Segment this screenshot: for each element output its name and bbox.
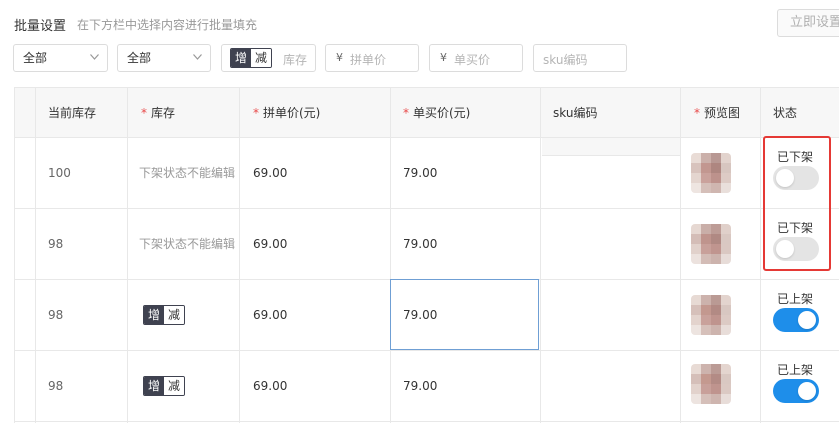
stock-adjust-toggle[interactable]: 增 减 [230,48,272,68]
batch-filter-bar: 全部 全部 增 减 库存 ¥ 拼单价 ¥ 单买价 sku编码 [0,44,839,74]
current-stock-cell: 100 [48,166,71,180]
single-price-focus-border [390,279,539,350]
sku-input[interactable] [540,280,680,350]
col-header-group-price: * 拼单价(元) [253,106,321,120]
sku-table: 当前库存 * 库存 * 拼单价(元) * 单买价(元) sku编码 * 预览图 状态 1… [14,87,839,423]
status-label: 已上架 [777,363,814,377]
group-price-input[interactable]: 69.00 [240,280,390,350]
single-price-input[interactable]: 79.00 [390,351,540,421]
switch-knob [798,382,816,400]
batch-sku-input[interactable]: sku编码 [533,44,627,72]
batch-settings-title: 批量设置 [14,19,67,34]
stock-adjust-toggle[interactable]: 增 减 [143,376,185,396]
stock-disabled-text: 下架状态不能编辑 [139,237,236,251]
decrease-button[interactable]: 减 [251,49,271,67]
status-switch[interactable] [773,308,819,332]
decrease-button[interactable]: 减 [164,306,184,324]
increase-button[interactable]: 增 [144,377,164,395]
filter-select-1-value: 全部 [23,51,48,65]
stock-adjust-toggle[interactable]: 增 减 [143,305,185,325]
stock-disabled-text: 下架状态不能编辑 [139,166,236,180]
col-header-stock: * 库存 [141,106,176,120]
status-switch[interactable] [773,379,819,403]
filter-select-2[interactable]: 全部 [117,44,211,72]
single-price-input[interactable]: 79.00 [390,209,540,279]
increase-button[interactable]: 增 [231,49,251,67]
group-price-input[interactable]: 69.00 [240,138,390,208]
current-stock-cell: 98 [48,308,64,322]
col-header-current-stock: 当前库存 [48,106,97,120]
batch-group-price-input[interactable]: ¥ 拼单价 [325,44,419,72]
preview-thumbnail[interactable] [691,295,731,335]
table-header: 当前库存 * 库存 * 拼单价(元) * 单买价(元) sku编码 * 预览图 状态 [15,88,839,138]
batch-settings-header: 批量设置 在下方栏中选择内容进行批量填充 立即设置 [0,0,839,44]
col-header-sku: sku编码 [553,106,598,120]
batch-stock-input[interactable]: 增 减 库存 [221,44,316,72]
filter-select-2-value: 全部 [127,51,152,65]
col-header-status: 状态 [773,106,798,120]
batch-settings-hint: 在下方栏中选择内容进行批量填充 [77,18,258,32]
currency-icon: ¥ [440,51,447,64]
single-price-placeholder: 单买价 [454,53,491,67]
preview-thumbnail[interactable] [691,224,731,264]
current-stock-cell: 98 [48,379,64,393]
sku-input[interactable] [540,351,680,421]
col-header-preview: * 预览图 [694,106,741,120]
preview-thumbnail[interactable] [691,153,731,193]
group-price-input[interactable]: 69.00 [240,351,390,421]
current-stock-cell: 98 [48,237,64,251]
group-price-placeholder: 拼单价 [350,53,387,67]
status-label: 已上架 [777,292,814,306]
chevron-down-icon [193,54,202,60]
batch-single-price-input[interactable]: ¥ 单买价 [429,44,523,72]
sku-input[interactable] [540,209,680,279]
group-price-input[interactable]: 69.00 [240,209,390,279]
chevron-down-icon [90,54,99,60]
sku-placeholder: sku编码 [543,53,588,67]
table-row: 98 下架状态不能编辑 69.00 79.00 已下架 [15,209,839,280]
table-row: 98 增 减 69.00 79.00 已上架 [15,351,839,422]
filter-select-1[interactable]: 全部 [13,44,108,72]
status-highlight-box [763,136,831,271]
sku-input[interactable] [540,138,680,208]
currency-icon: ¥ [336,51,343,64]
col-header-single-price: * 单买价(元) [403,106,471,120]
table-row: 100 下架状态不能编辑 69.00 79.00 已下架 [15,138,839,209]
stock-placeholder: 库存 [283,53,308,67]
switch-knob [798,311,816,329]
preview-thumbnail[interactable] [691,364,731,404]
single-price-input[interactable]: 79.00 [390,138,540,208]
apply-now-button[interactable]: 立即设置 [777,9,839,37]
decrease-button[interactable]: 减 [164,377,184,395]
increase-button[interactable]: 增 [144,306,164,324]
